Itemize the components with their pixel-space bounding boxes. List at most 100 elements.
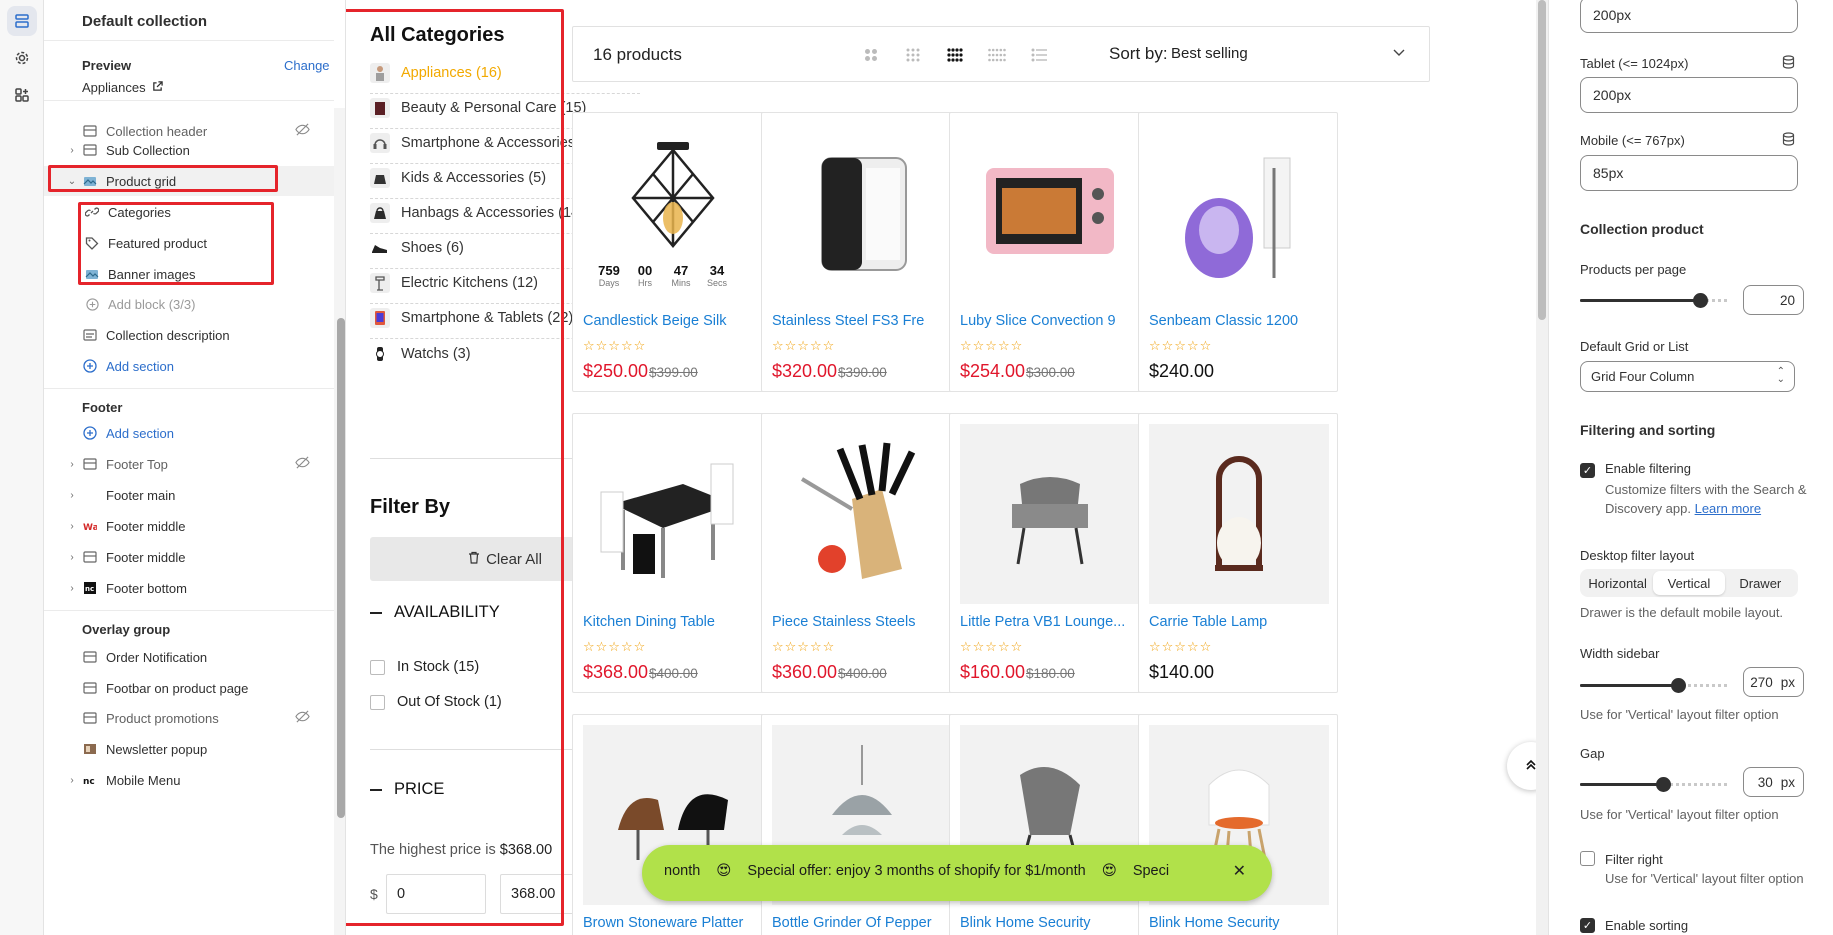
sort-select[interactable]: Best selling bbox=[1171, 45, 1248, 62]
section-footer-top[interactable]: › Footer Top bbox=[44, 449, 334, 479]
product-card[interactable]: 759 Days 00 Hrs 47 Mins 34 Secs Candlestick … bbox=[572, 112, 772, 392]
in-stock-filter[interactable]: In Stock (15) bbox=[370, 659, 479, 675]
desktop-height-input[interactable]: 200px bbox=[1580, 0, 1798, 33]
width-sidebar-input[interactable]: 270 px bbox=[1743, 667, 1804, 697]
preview-scrollbar[interactable] bbox=[1536, 0, 1548, 935]
product-title[interactable]: Bottle Grinder Of Pepper bbox=[772, 915, 956, 931]
products-per-page-input[interactable]: 20 bbox=[1743, 285, 1804, 315]
layout-option-horizontal[interactable]: Horizontal bbox=[1582, 571, 1653, 595]
section-footer-bottom[interactable]: › nc Footer bottom bbox=[44, 573, 334, 603]
product-card[interactable]: Blink Home Security bbox=[1138, 714, 1338, 935]
section-footer-middle[interactable]: › Wa Footer middle bbox=[44, 511, 334, 541]
product-card[interactable]: Bottle Grinder Of Pepper bbox=[761, 714, 961, 935]
mobile-height-input[interactable]: 85px bbox=[1580, 155, 1798, 191]
product-title[interactable]: Blink Home Security bbox=[1149, 915, 1333, 931]
product-title[interactable]: Kitchen Dining Table bbox=[583, 614, 767, 630]
sections-icon[interactable] bbox=[7, 6, 37, 36]
product-title[interactable]: Piece Stainless Steels bbox=[772, 614, 956, 630]
chevron-right-icon[interactable]: › bbox=[66, 521, 78, 532]
layout-option-drawer[interactable]: Drawer bbox=[1725, 571, 1796, 595]
product-title[interactable]: Blink Home Security bbox=[960, 915, 1144, 931]
section-order-notification[interactable]: Order Notification bbox=[44, 642, 334, 672]
section-product-promotions[interactable]: Product promotions bbox=[44, 703, 334, 733]
section-footbar-product-page[interactable]: Footbar on product page bbox=[44, 673, 334, 703]
scrollbar-thumb[interactable] bbox=[1538, 0, 1546, 320]
product-image[interactable] bbox=[1149, 123, 1329, 303]
enable-sorting-checkbox[interactable]: ✓ bbox=[1580, 918, 1595, 933]
add-block-button[interactable]: Add block (3/3) bbox=[44, 289, 334, 319]
learn-more-link[interactable]: Learn more bbox=[1695, 501, 1761, 516]
width-sidebar-slider[interactable] bbox=[1580, 677, 1730, 693]
block-categories[interactable]: Categories bbox=[44, 197, 334, 227]
grid-five-icon[interactable] bbox=[987, 45, 1007, 65]
product-image[interactable] bbox=[1149, 424, 1329, 604]
footer-add-section-button[interactable]: Add section bbox=[44, 418, 334, 448]
slider-knob[interactable] bbox=[1655, 777, 1671, 792]
database-icon[interactable] bbox=[1782, 55, 1795, 72]
product-card[interactable]: Carrie Table Lamp ☆☆☆☆☆ $140.00 bbox=[1138, 413, 1338, 693]
slider-knob[interactable] bbox=[1693, 293, 1708, 308]
list-view-icon[interactable] bbox=[1029, 45, 1049, 65]
product-card[interactable]: Luby Slice Convection 9 ☆☆☆☆☆ $254.00 $3… bbox=[949, 112, 1149, 392]
external-link-icon[interactable] bbox=[152, 80, 163, 95]
layout-option-vertical[interactable]: Vertical bbox=[1653, 571, 1725, 595]
product-image[interactable] bbox=[583, 424, 763, 604]
section-footer-middle-2[interactable]: › Footer middle bbox=[44, 542, 334, 572]
chevron-right-icon[interactable]: › bbox=[66, 552, 78, 563]
chevron-right-icon[interactable]: › bbox=[66, 490, 78, 501]
checkbox[interactable] bbox=[370, 694, 385, 710]
product-image[interactable] bbox=[772, 123, 952, 303]
gear-icon[interactable] bbox=[7, 43, 37, 73]
price-min-input[interactable]: 0 bbox=[386, 874, 486, 914]
grid-four-icon[interactable] bbox=[945, 45, 965, 65]
product-card[interactable]: Blink Home Security bbox=[949, 714, 1149, 935]
product-card[interactable]: Stainless Steel FS3 Fre ☆☆☆☆☆ $320.00 $3… bbox=[761, 112, 961, 392]
eye-hidden-icon[interactable] bbox=[295, 709, 310, 727]
chevron-right-icon[interactable]: › bbox=[66, 583, 78, 594]
section-product-grid[interactable]: ⌄ Product grid bbox=[44, 166, 334, 196]
section-footer-main[interactable]: › Footer main bbox=[44, 480, 334, 510]
change-preview-link[interactable]: Change bbox=[284, 58, 330, 73]
gap-input[interactable]: 30 px bbox=[1743, 767, 1804, 797]
chevron-down-icon[interactable]: ⌄ bbox=[66, 176, 78, 187]
product-title[interactable]: Luby Slice Convection 9 bbox=[960, 313, 1144, 329]
product-title[interactable]: Candlestick Beige Silk bbox=[583, 313, 767, 329]
product-title[interactable]: Senbeam Classic 1200 bbox=[1149, 313, 1333, 329]
product-title[interactable]: Brown Stoneware Platter bbox=[583, 915, 767, 931]
apps-icon[interactable] bbox=[7, 80, 37, 110]
close-icon[interactable]: ✕ bbox=[1233, 861, 1246, 881]
preview-resource[interactable]: Appliances bbox=[82, 80, 163, 95]
section-sub-collection[interactable]: › Sub Collection bbox=[44, 135, 334, 165]
slider-knob[interactable] bbox=[1670, 678, 1686, 693]
product-card[interactable]: Little Petra VB1 Lounge... ☆☆☆☆☆ $160.00… bbox=[949, 413, 1149, 693]
product-title[interactable]: Little Petra VB1 Lounge... bbox=[960, 614, 1144, 630]
default-grid-select[interactable]: Grid Four Column ⌃ ⌄ bbox=[1580, 361, 1795, 392]
chevron-right-icon[interactable]: › bbox=[66, 145, 78, 156]
add-section-button[interactable]: Add section bbox=[44, 351, 334, 381]
chevron-right-icon[interactable]: › bbox=[66, 459, 78, 470]
product-card[interactable]: Brown Stoneware Platter bbox=[572, 714, 772, 935]
section-collection-description[interactable]: Collection description bbox=[44, 320, 334, 350]
enable-filtering-checkbox[interactable]: ✓ bbox=[1580, 463, 1595, 478]
product-image[interactable] bbox=[772, 424, 952, 604]
product-title[interactable]: Carrie Table Lamp bbox=[1149, 614, 1333, 630]
chevron-down-icon[interactable] bbox=[1393, 45, 1405, 60]
filter-right-checkbox[interactable] bbox=[1580, 851, 1595, 866]
product-card[interactable]: Piece Stainless Steels ☆☆☆☆☆ $360.00 $40… bbox=[761, 413, 961, 693]
scrollbar-thumb[interactable] bbox=[337, 318, 345, 818]
checkbox[interactable] bbox=[370, 659, 385, 675]
grid-two-icon[interactable] bbox=[861, 45, 881, 65]
tree-scrollbar[interactable] bbox=[334, 108, 345, 935]
product-image[interactable] bbox=[960, 424, 1140, 604]
product-image[interactable] bbox=[960, 123, 1140, 303]
chevron-right-icon[interactable]: › bbox=[66, 775, 78, 786]
product-card[interactable]: Senbeam Classic 1200 ☆☆☆☆☆ $240.00 bbox=[1138, 112, 1338, 392]
product-title[interactable]: Stainless Steel FS3 Fre bbox=[772, 313, 956, 329]
product-card[interactable]: Kitchen Dining Table ☆☆☆☆☆ $368.00 $400.… bbox=[572, 413, 772, 693]
block-banner-images[interactable]: Banner images bbox=[44, 259, 334, 289]
products-per-page-slider[interactable] bbox=[1580, 292, 1730, 308]
out-of-stock-filter[interactable]: Out Of Stock (1) bbox=[370, 694, 502, 710]
gap-slider[interactable] bbox=[1580, 776, 1730, 792]
section-mobile-menu[interactable]: › nc Mobile Menu bbox=[44, 765, 334, 795]
eye-hidden-icon[interactable] bbox=[295, 455, 310, 473]
